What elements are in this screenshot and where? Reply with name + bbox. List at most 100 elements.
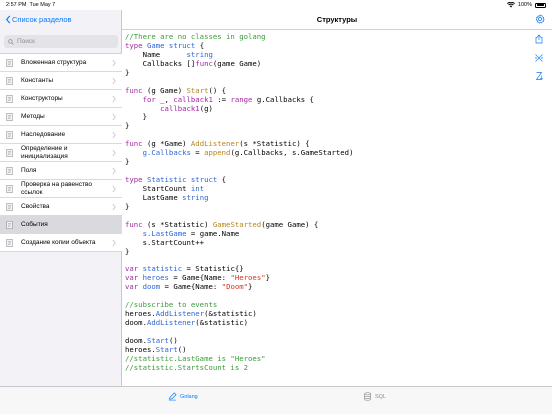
code-token: func <box>125 219 147 229</box>
code-token: = game.Name <box>190 228 240 238</box>
code-token: (s *Statistic) { <box>239 139 310 149</box>
code-token: Game struct <box>146 40 200 50</box>
code-token: statistic <box>142 264 187 274</box>
document-icon <box>6 202 13 211</box>
code-token: func <box>195 58 213 68</box>
list-item[interactable]: Создание копии объекта <box>0 234 122 252</box>
code-token: string <box>182 192 209 202</box>
code-token: } <box>125 246 130 256</box>
tab-bar: Golang SQL <box>0 386 552 414</box>
code-line: } <box>125 68 530 78</box>
code-line: callback1(g) <box>125 104 530 114</box>
code-token: heroes <box>142 273 174 283</box>
code-view: //There are no classes in golang type Gam… <box>125 32 530 373</box>
chevron-left-icon <box>5 15 11 24</box>
chevron-right-icon <box>112 167 116 175</box>
list-item[interactable]: Поля <box>0 162 122 180</box>
sort-icon[interactable] <box>534 71 544 81</box>
code-token: type <box>125 40 147 50</box>
list-item[interactable]: Конструкторы <box>0 90 122 108</box>
code-token: = Game{Name: <box>164 282 222 292</box>
tab-golang-label: Golang <box>180 393 198 400</box>
code-token: (g *Game) <box>146 139 191 149</box>
battery-percent: 100% <box>517 2 532 8</box>
code-token: LastGame <box>125 192 183 202</box>
code-token: (g.Callbacks, s.GameStarted) <box>230 148 354 158</box>
code-token: Start <box>155 344 178 354</box>
code-token: "Heroes" <box>230 273 266 283</box>
code-token: "Doom" <box>221 282 249 292</box>
code-token: var <box>125 264 143 274</box>
list-item[interactable]: Константы <box>0 72 122 90</box>
code-token: (g Game) <box>146 85 187 95</box>
list-item[interactable]: Проверка на равенство ссылок <box>0 180 122 198</box>
document-icon <box>6 112 13 121</box>
document-icon <box>6 148 13 157</box>
document-icon <box>6 220 13 229</box>
code-token: (s *Statistic) <box>146 219 213 229</box>
code-token: GameStarted <box>212 219 262 229</box>
share-icon[interactable] <box>534 34 544 44</box>
code-token: (game Game) <box>212 58 262 68</box>
code-line: g.Callbacks = append(g.Callbacks, s.Game… <box>125 148 530 158</box>
search-input[interactable] <box>17 38 112 45</box>
code-token: for <box>142 94 161 104</box>
status-right: 100% <box>506 2 546 8</box>
list-item[interactable]: Методы <box>0 108 122 126</box>
chevron-right-icon <box>112 59 116 67</box>
chevron-right-icon <box>112 203 116 211</box>
document-icon <box>6 184 13 193</box>
document-icon <box>6 76 13 85</box>
tab-sql[interactable]: SQL <box>363 392 386 401</box>
code-token: = Game{Name: <box>173 273 231 283</box>
list-item-label: Вложенная структура <box>21 58 87 66</box>
code-token: //statistic.StartsCount is 2 <box>125 362 249 372</box>
chevron-right-icon <box>112 95 116 103</box>
code-line: } <box>125 112 530 122</box>
gear-icon[interactable] <box>535 14 545 24</box>
code-token: s.StartCount++ <box>125 237 205 247</box>
code-token: { <box>221 175 227 184</box>
chevron-right-icon <box>112 77 116 85</box>
back-button[interactable]: Список разделов <box>5 15 71 24</box>
list-item[interactable]: События <box>0 216 122 234</box>
code-token: () <box>168 335 178 345</box>
search-box[interactable] <box>4 35 118 48</box>
chevron-right-icon <box>112 131 116 139</box>
code-token: //statistic.LastGame is "Heroes" <box>125 353 266 363</box>
code-token: = Statistic{} <box>186 264 244 274</box>
chevron-right-icon <box>112 113 116 121</box>
code-line: //statistic.StartsCount is 2 <box>125 362 530 373</box>
code-token: _, <box>160 94 174 104</box>
tab-golang[interactable]: Golang <box>168 392 198 401</box>
code-token: { <box>199 40 205 50</box>
code-token: } <box>125 201 130 211</box>
list-item-label: Константы <box>21 76 53 84</box>
code-line: } <box>125 121 530 131</box>
list-item[interactable]: Вложенная структура <box>0 54 122 72</box>
code-token: (&statistic) <box>195 318 249 327</box>
list-item-label: Методы <box>21 112 45 120</box>
sidebar: Список разделов Вложенная структура Конст… <box>0 10 122 386</box>
search-icon <box>8 38 14 45</box>
list-item[interactable]: Определение и инициализация <box>0 144 122 162</box>
code-token: heroes. <box>125 344 156 354</box>
chevron-right-icon <box>112 149 116 157</box>
code-token: = <box>195 148 205 158</box>
code-token: int <box>190 183 205 193</box>
code-token: AddListener <box>155 309 205 319</box>
list-item-label: Свойства <box>21 202 50 210</box>
list-item[interactable]: Наследование <box>0 126 122 144</box>
code-token: //subscribe to events <box>125 300 218 310</box>
code-token: callback1 <box>173 94 218 104</box>
compare-icon[interactable] <box>534 53 544 63</box>
list-item[interactable]: Свойства <box>0 198 122 216</box>
code-token: func <box>125 85 147 95</box>
code-line: s.StartCount++ <box>125 237 530 248</box>
code-edit-icon <box>168 392 177 401</box>
code-token: append <box>204 148 231 158</box>
document-icon <box>6 58 13 67</box>
